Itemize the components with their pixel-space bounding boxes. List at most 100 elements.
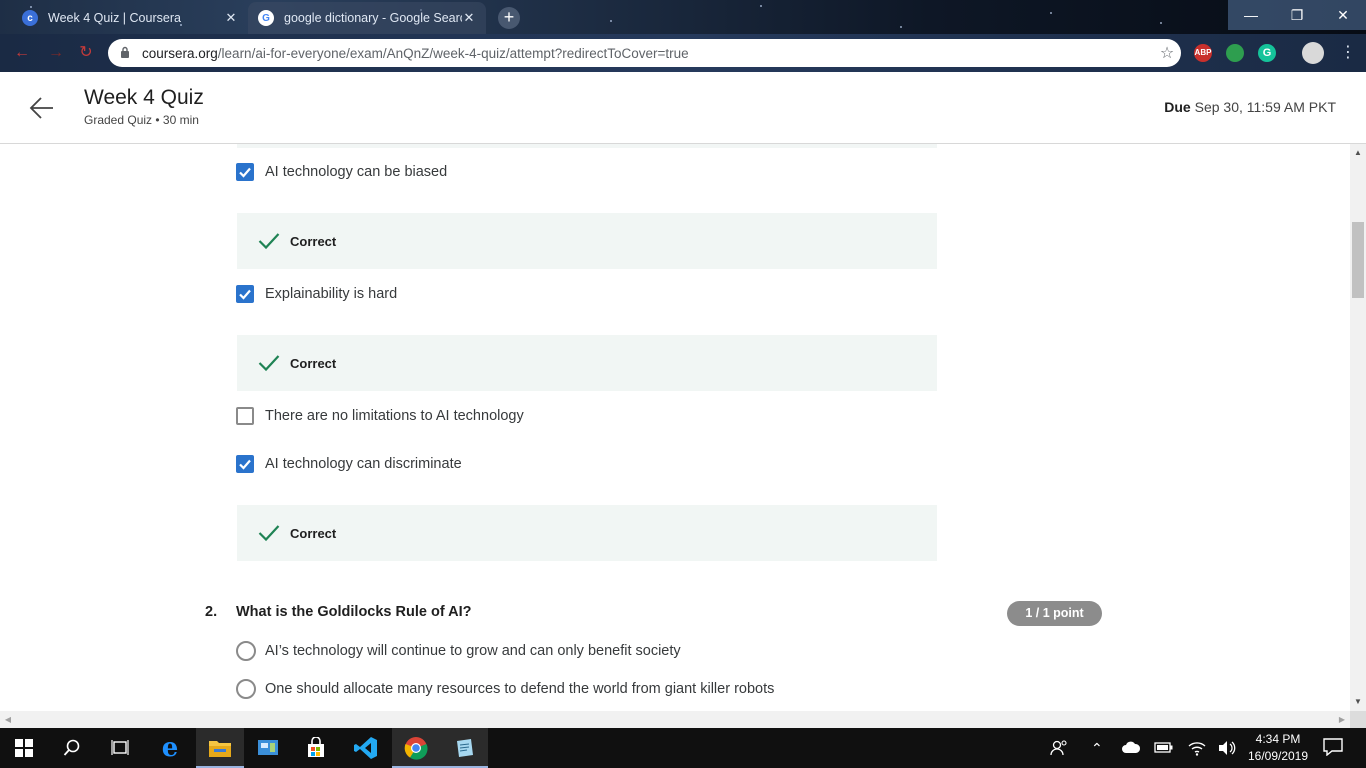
- quiz-header: Week 4 Quiz Graded Quiz • 30 min Due Sep…: [0, 72, 1366, 144]
- radio-button[interactable]: [236, 641, 256, 661]
- checkbox-checked[interactable]: [236, 455, 254, 473]
- tab-title: Week 4 Quiz | Coursera: [48, 11, 181, 25]
- clock-time: 4:34 PM: [1255, 732, 1301, 746]
- option-label: One should allocate many resources to de…: [265, 681, 775, 697]
- file-explorer-icon[interactable]: [196, 728, 244, 768]
- check-icon: [239, 289, 251, 300]
- checkbox-unchecked[interactable]: [236, 407, 254, 425]
- task-view-icon[interactable]: [96, 728, 144, 768]
- adblock-icon[interactable]: ABP: [1194, 44, 1212, 62]
- onedrive-icon[interactable]: [1121, 740, 1141, 757]
- url-text: coursera.org/learn/ai-for-everyone/exam/…: [142, 46, 1153, 61]
- notifications-icon[interactable]: [1323, 738, 1343, 759]
- option-label: AI technology can be biased: [265, 164, 448, 180]
- back-icon[interactable]: ←: [12, 43, 32, 63]
- question-number: 2.: [205, 604, 218, 620]
- background-star: [610, 20, 612, 22]
- scrollbar-thumb[interactable]: [1352, 222, 1364, 298]
- close-icon[interactable]: ✕: [462, 10, 476, 26]
- windows-taskbar: e ⌃ 4:34 PM 16/09/2019: [0, 728, 1366, 768]
- volume-icon[interactable]: [1218, 740, 1236, 759]
- quiz-subtitle: Graded Quiz • 30 min: [84, 113, 199, 127]
- start-icon[interactable]: [0, 728, 48, 768]
- answer-option[interactable]: Explainability is hard: [236, 285, 397, 303]
- menu-dots-icon[interactable]: ⋮: [1338, 43, 1358, 63]
- answer-option[interactable]: AI’s technology will continue to grow an…: [236, 641, 681, 661]
- answer-option[interactable]: AI technology can be biased: [236, 163, 447, 181]
- checkmark-icon: [258, 525, 280, 542]
- battery-icon[interactable]: [1154, 740, 1174, 757]
- background-star: [1050, 12, 1052, 14]
- scroll-right-icon[interactable]: ▶: [1334, 711, 1350, 728]
- wifi-icon[interactable]: [1188, 740, 1206, 759]
- system-clock[interactable]: 4:34 PM 16/09/2019: [1246, 731, 1310, 765]
- option-label: Explainability is hard: [265, 286, 398, 302]
- coursera-icon: c: [22, 10, 38, 26]
- background-star: [760, 5, 762, 7]
- due-date: Due Sep 30, 11:59 AM PKT: [1164, 99, 1336, 115]
- option-label: There are no limitations to AI technolog…: [265, 408, 524, 424]
- url-host: coursera.org: [142, 45, 218, 61]
- bookmark-star-icon[interactable]: ☆: [1153, 43, 1181, 63]
- address-bar[interactable]: coursera.org/learn/ai-for-everyone/exam/…: [108, 39, 1181, 67]
- feedback-correct: Correct: [237, 505, 937, 561]
- chrome-icon[interactable]: [392, 728, 440, 768]
- scroll-left-icon[interactable]: ◀: [0, 711, 16, 728]
- forward-icon[interactable]: →: [46, 43, 66, 63]
- extension-globe-icon[interactable]: [1226, 44, 1244, 62]
- checkbox-checked[interactable]: [236, 163, 254, 181]
- back-arrow-icon[interactable]: [28, 94, 56, 122]
- restore-button[interactable]: ❐: [1274, 0, 1320, 30]
- answer-option[interactable]: There are no limitations to AI technolog…: [236, 407, 524, 425]
- minimize-button[interactable]: —: [1228, 0, 1274, 30]
- people-icon[interactable]: [1050, 740, 1068, 759]
- feedback-correct: Correct: [237, 213, 937, 269]
- scroll-down-icon[interactable]: ▼: [1350, 695, 1366, 709]
- answer-option[interactable]: AI technology can discriminate: [236, 455, 462, 473]
- option-label: AI technology can discriminate: [265, 456, 462, 472]
- new-tab-button[interactable]: +: [498, 7, 520, 29]
- edge-icon[interactable]: e: [146, 728, 194, 768]
- radio-button[interactable]: [236, 679, 256, 699]
- browser-toolbar: ← → ↻ coursera.org/learn/ai-for-everyone…: [0, 34, 1366, 72]
- checkbox-checked[interactable]: [236, 285, 254, 303]
- notepad-icon[interactable]: [440, 728, 488, 768]
- close-icon[interactable]: ✕: [224, 10, 238, 26]
- store-icon[interactable]: [292, 728, 340, 768]
- url-path: /learn/ai-for-everyone/exam/AnQnZ/week-4…: [217, 45, 689, 61]
- close-window-button[interactable]: ✕: [1320, 0, 1366, 30]
- due-label: Due: [1164, 99, 1191, 115]
- chevron-up-icon[interactable]: ⌃: [1091, 740, 1103, 757]
- profile-avatar-icon[interactable]: [1302, 42, 1324, 64]
- horizontal-scrollbar[interactable]: ◀ ▶: [0, 711, 1350, 728]
- feedback-remnant: [237, 144, 937, 148]
- search-icon[interactable]: [48, 728, 96, 768]
- option-label: AI’s technology will continue to grow an…: [265, 643, 681, 659]
- browser-tab-coursera[interactable]: c Week 4 Quiz | Coursera ✕: [12, 2, 248, 34]
- answer-option[interactable]: One should allocate many resources to de…: [236, 679, 774, 699]
- feedback-label: Correct: [290, 525, 337, 541]
- due-value: Sep 30, 11:59 AM PKT: [1194, 99, 1336, 115]
- grammarly-icon[interactable]: G: [1258, 44, 1276, 62]
- check-icon: [239, 459, 251, 470]
- question-text: What is the Goldilocks Rule of AI?: [236, 604, 472, 620]
- background-star: [900, 26, 902, 28]
- checkmark-icon: [258, 355, 280, 372]
- vscode-icon[interactable]: [342, 728, 390, 768]
- reload-icon[interactable]: ↻: [76, 43, 96, 63]
- browser-titlebar: c Week 4 Quiz | Coursera ✕ G google dict…: [0, 0, 1366, 34]
- lock-icon: [120, 46, 134, 61]
- scroll-up-icon[interactable]: ▲: [1350, 146, 1366, 160]
- tab-title: google dictionary - Google Searc: [284, 11, 462, 25]
- clock-date: 16/09/2019: [1247, 749, 1309, 763]
- points-badge: 1 / 1 point: [1007, 601, 1102, 626]
- feedback-label: Correct: [290, 355, 337, 371]
- control-panel-icon[interactable]: [244, 728, 292, 768]
- quiz-content: AI technology can be biased Correct Expl…: [0, 144, 1350, 711]
- feedback-correct: Correct: [237, 335, 937, 391]
- vertical-scrollbar[interactable]: ▲ ▼: [1350, 144, 1366, 711]
- page-title: Week 4 Quiz: [84, 86, 204, 109]
- feedback-label: Correct: [290, 233, 337, 249]
- checkmark-icon: [258, 233, 280, 250]
- browser-tab-google[interactable]: G google dictionary - Google Searc ✕: [248, 2, 486, 34]
